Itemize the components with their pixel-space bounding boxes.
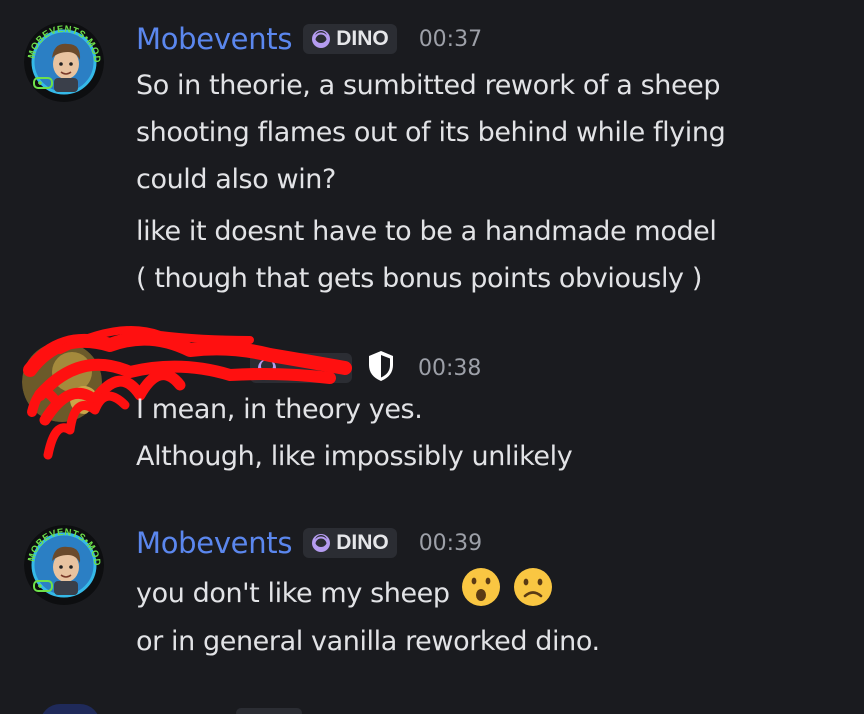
message-line: Although, like impossibly unlikely bbox=[136, 441, 573, 472]
timestamp[interactable]: 00:39 bbox=[419, 531, 482, 556]
message-content: I mean, in theory yes. Although, like im… bbox=[136, 386, 573, 480]
next-message-header bbox=[236, 708, 302, 714]
username[interactable]: Mobevents bbox=[136, 526, 292, 560]
message-header: Mobevents DINO 00:39 bbox=[136, 523, 482, 563]
message-content: you don't like my sheep or in general va… bbox=[136, 566, 600, 665]
message-line: or in general vanilla reworked dino. bbox=[136, 626, 600, 657]
slightly-frowning-face-icon[interactable] bbox=[512, 566, 554, 623]
message-line-text: you don't like my sheep bbox=[136, 578, 450, 609]
hushed-face-icon[interactable] bbox=[460, 566, 502, 623]
avatar[interactable]: MOBEVENTS•MODS bbox=[24, 525, 104, 605]
server-tag-icon bbox=[312, 534, 331, 552]
chat-log: MOBEVENTS•MODS Mobevents bbox=[0, 0, 864, 714]
message-line: you don't like my sheep bbox=[136, 566, 600, 613]
server-tag-label: DINO bbox=[336, 531, 389, 554]
server-tag[interactable]: DINO bbox=[303, 528, 397, 558]
message-line: I mean, in theory yes. bbox=[136, 394, 423, 425]
